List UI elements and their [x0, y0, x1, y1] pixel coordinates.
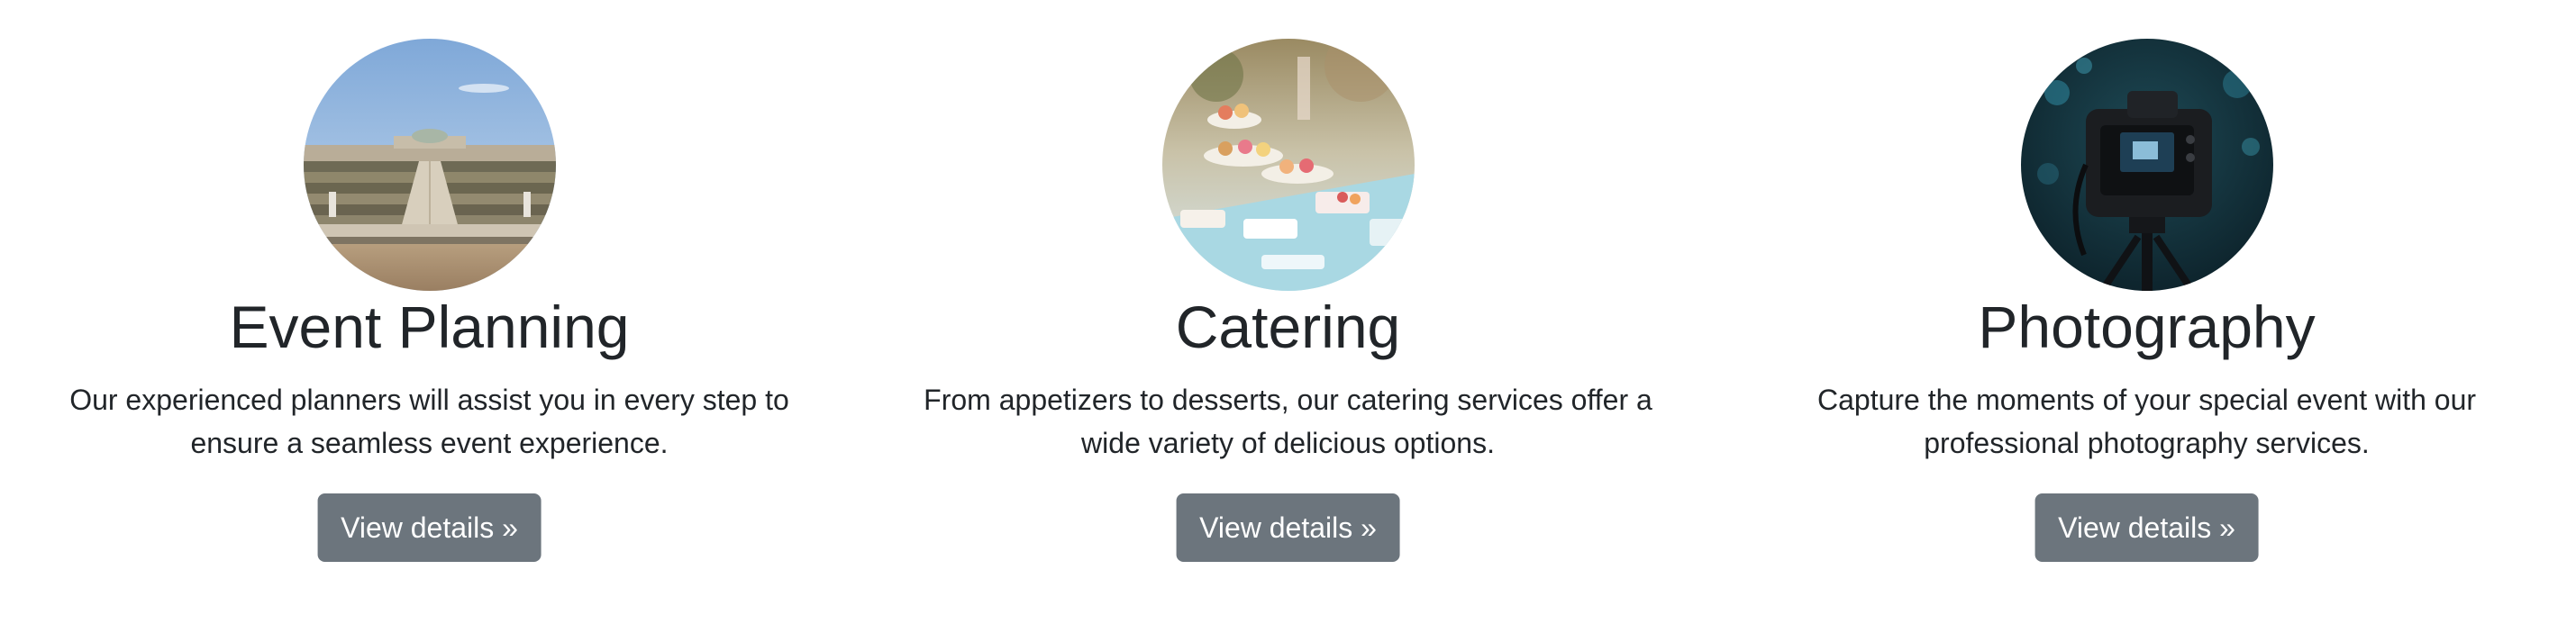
- event-planning-image: [303, 39, 556, 291]
- service-card-photography: Photography Capture the moments of your …: [1717, 0, 2576, 624]
- view-details-button[interactable]: View details »: [2034, 493, 2259, 562]
- service-title: Event Planning: [229, 294, 630, 360]
- service-description: Capture the moments of your special even…: [1816, 384, 2477, 459]
- view-details-button[interactable]: View details »: [317, 493, 542, 562]
- service-description: Our experienced planners will assist you…: [69, 384, 789, 459]
- service-title: Catering: [1175, 294, 1401, 360]
- service-title: Photography: [1978, 294, 2316, 360]
- view-details-button[interactable]: View details »: [1176, 493, 1400, 562]
- photography-image: [2020, 39, 2273, 291]
- services-row: Event Planning Our experienced planners …: [0, 0, 2576, 624]
- service-card-catering: Catering From appetizers to desserts, ou…: [859, 0, 1717, 624]
- service-card-event-planning: Event Planning Our experienced planners …: [0, 0, 859, 624]
- catering-image: [1161, 39, 1415, 291]
- service-description: From appetizers to desserts, our caterin…: [924, 384, 1652, 459]
